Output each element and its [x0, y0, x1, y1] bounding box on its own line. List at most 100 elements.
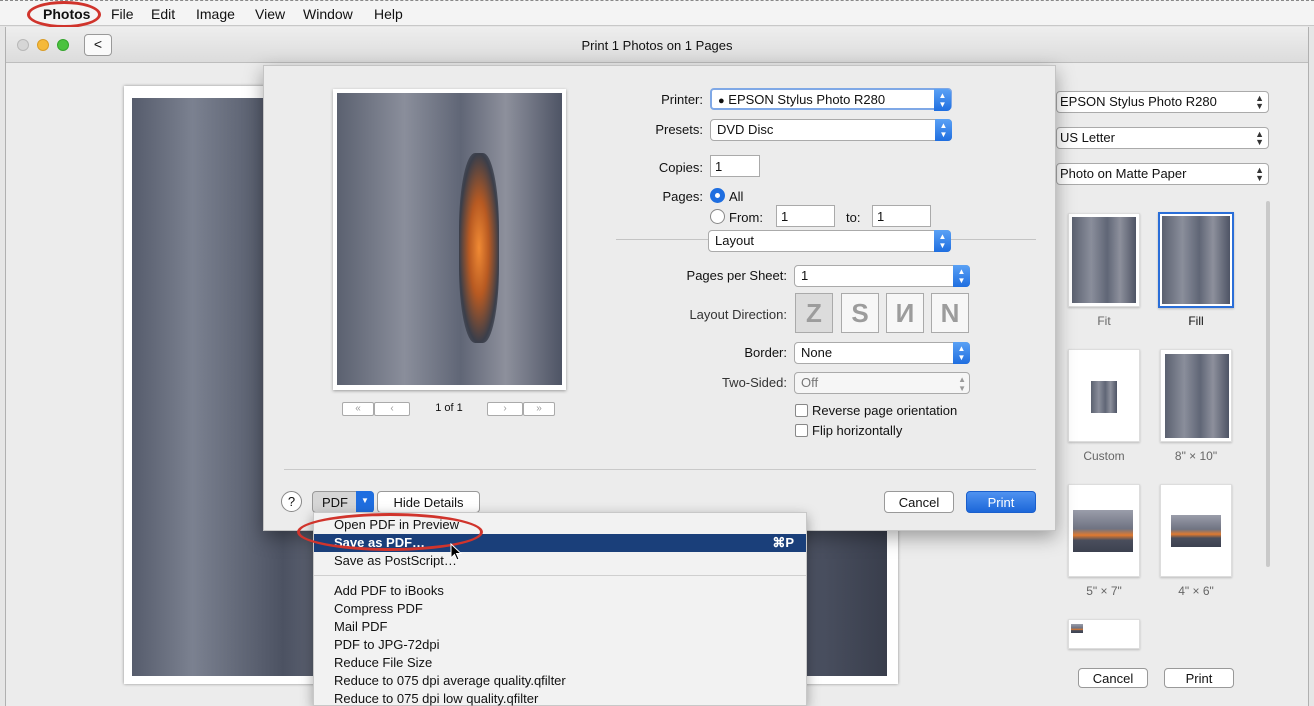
panel-cancel-button[interactable]: Cancel	[1078, 668, 1148, 688]
border-select[interactable]: None ▲ ▼	[794, 342, 970, 364]
help-button[interactable]: ?	[281, 491, 302, 512]
pages-per-sheet-label: Pages per Sheet:	[686, 268, 787, 283]
print-sheet: « ‹ 1 of 1 › » Printer: ● EPSON Stylus P…	[263, 65, 1056, 531]
two-sided-value: Off	[801, 375, 819, 390]
thumb-custom[interactable]	[1068, 349, 1140, 442]
page-indicator: 1 of 1	[435, 402, 463, 414]
menu-item-save-as-postscript[interactable]: Save as PostScript…	[314, 552, 806, 570]
thumb-fill[interactable]	[1158, 212, 1234, 308]
section-value: Layout	[715, 233, 755, 248]
thumb-5x7-label: 5" × 7"	[1086, 584, 1122, 598]
menu-item-reduce-075-average[interactable]: Reduce to 075 dpi average quality.qfilte…	[314, 672, 806, 690]
menu-item-label: Compress PDF	[334, 601, 423, 616]
border-value: None	[801, 345, 833, 360]
thumb-8x10[interactable]	[1160, 349, 1232, 442]
sheet-photo-preview	[337, 93, 562, 385]
printer-label: Printer:	[661, 92, 703, 107]
menu-item-compress-pdf[interactable]: Compress PDF	[314, 600, 806, 618]
copies-label: Copies:	[658, 160, 703, 175]
menu-item-label: Reduce to 075 dpi low quality.qfilter	[334, 691, 539, 706]
border-label: Border:	[744, 345, 787, 360]
printer-icon: ●	[718, 95, 725, 107]
sheet-print-button[interactable]: Print	[966, 491, 1036, 513]
menu-item-mail-pdf[interactable]: Mail PDF	[314, 618, 806, 636]
paper-type-select[interactable]: Photo on Matte Paper ▲ ▼	[1056, 163, 1269, 185]
menu-item-label: Reduce to 075 dpi average quality.qfilte…	[334, 673, 566, 688]
last-page-button[interactable]: »	[523, 402, 555, 416]
layout-direction-n-icon[interactable]: N	[931, 293, 969, 333]
presets-label: Presets:	[655, 122, 703, 137]
window-title: Print 1 Photos on 1 Pages	[581, 38, 733, 53]
pages-to-input[interactable]: 1	[872, 205, 931, 227]
pages-all-radio[interactable]	[710, 188, 725, 203]
footer-divider	[284, 469, 1036, 470]
select-arrows-icon: ▲ ▼	[953, 342, 970, 364]
thumb-5x7-image	[1073, 510, 1133, 552]
sunset-island	[459, 153, 499, 343]
presets-select[interactable]: DVD Disc ▲ ▼	[710, 119, 952, 141]
menu-help[interactable]: Help	[374, 6, 403, 22]
menu-file[interactable]: File	[111, 6, 134, 22]
pages-per-sheet-select[interactable]: 1 ▲ ▼	[794, 265, 970, 287]
layout-direction-n-reverse-icon[interactable]: И	[886, 293, 924, 333]
select-arrows-icon: ▲ ▼	[934, 230, 951, 252]
menu-item-label: Mail PDF	[334, 619, 388, 634]
menu-image[interactable]: Image	[196, 6, 235, 22]
thumb-wallet-image	[1071, 624, 1083, 633]
panel-scrollbar[interactable]	[1266, 201, 1270, 567]
thumb-4x6-label: 4" × 6"	[1178, 584, 1214, 598]
two-sided-select[interactable]: Off ▲ ▼	[794, 372, 970, 394]
thumb-wallet[interactable]	[1068, 619, 1140, 649]
menu-bar: Photos File Edit Image View Window Help	[0, 0, 1314, 28]
menu-window[interactable]: Window	[303, 6, 353, 22]
layout-direction-z-icon[interactable]: Z	[795, 293, 833, 333]
pages-from-label: From:	[729, 210, 763, 225]
menu-item-label: Add PDF to iBooks	[334, 583, 444, 598]
shortcut-label: ⌘P	[772, 535, 794, 550]
select-arrows-icon: ▲ ▼	[953, 265, 970, 287]
sheet-cancel-button[interactable]: Cancel	[884, 491, 954, 513]
copies-input[interactable]: 1	[710, 155, 760, 177]
printer-select[interactable]: EPSON Stylus Photo R280 ▲ ▼	[1056, 91, 1269, 113]
flip-horizontally-checkbox[interactable]	[795, 424, 808, 437]
mouse-cursor-icon	[450, 543, 462, 561]
select-arrows-icon: ▲ ▼	[1255, 93, 1264, 111]
paper-size-select[interactable]: US Letter ▲ ▼	[1056, 127, 1269, 149]
select-arrows-icon: ▲ ▼	[1255, 129, 1264, 147]
menu-item-add-pdf-ibooks[interactable]: Add PDF to iBooks	[314, 582, 806, 600]
menu-edit[interactable]: Edit	[151, 6, 175, 22]
pages-all-label: All	[729, 189, 744, 204]
menu-item-reduce-file-size[interactable]: Reduce File Size	[314, 654, 806, 672]
select-arrows-icon: ▲ ▼	[958, 375, 966, 393]
first-page-button[interactable]: «	[342, 402, 374, 416]
chevron-down-icon: ▼	[356, 491, 374, 513]
title-bar: < Print 1 Photos on 1 Pages	[6, 27, 1308, 63]
printer-select-value: EPSON Stylus Photo R280	[1060, 94, 1217, 109]
section-select[interactable]: Layout ▲ ▼	[708, 230, 951, 252]
thumb-8x10-label: 8" × 10"	[1174, 449, 1218, 463]
menu-view[interactable]: View	[255, 6, 285, 22]
menu-item-label: Reduce File Size	[334, 655, 433, 670]
pages-per-sheet-value: 1	[801, 268, 809, 283]
sheet-printer-select[interactable]: ● EPSON Stylus Photo R280 ▲ ▼	[710, 88, 952, 111]
next-page-button[interactable]: ›	[487, 402, 523, 416]
thumb-fit[interactable]	[1068, 213, 1140, 307]
pages-from-input[interactable]: 1	[776, 205, 835, 227]
menu-item-reduce-075-low[interactable]: Reduce to 075 dpi low quality.qfilter	[314, 690, 806, 706]
thumb-5x7[interactable]	[1068, 484, 1140, 577]
menu-item-pdf-to-jpg[interactable]: PDF to JPG-72dpi	[314, 636, 806, 654]
pages-from-radio[interactable]	[710, 209, 725, 224]
thumb-fit-image	[1072, 217, 1136, 303]
reverse-orientation-checkbox[interactable]	[795, 404, 808, 417]
layout-direction-s-icon[interactable]: S	[841, 293, 879, 333]
select-arrows-icon: ▲ ▼	[935, 119, 952, 141]
pdf-menu-button[interactable]: PDF ▼	[312, 491, 374, 513]
panel-print-button[interactable]: Print	[1164, 668, 1234, 688]
thumb-custom-image	[1091, 381, 1117, 413]
paper-size-value: US Letter	[1060, 130, 1115, 145]
hide-details-button[interactable]: Hide Details	[377, 491, 480, 513]
pdf-label: PDF	[322, 495, 348, 510]
prev-page-button[interactable]: ‹	[374, 402, 410, 416]
thumb-4x6[interactable]	[1160, 484, 1232, 577]
thumb-8x10-image	[1165, 354, 1229, 438]
